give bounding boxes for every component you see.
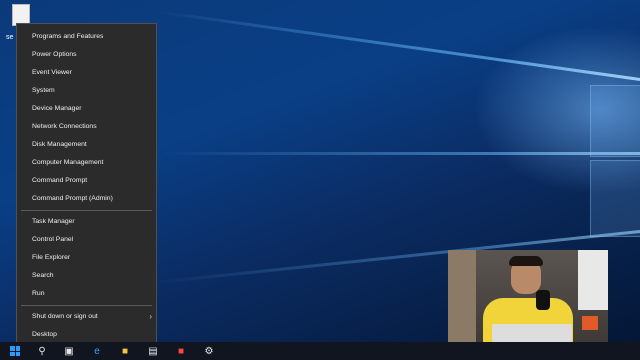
menu-item-search[interactable]: Search [17, 268, 156, 284]
search-icon[interactable]: ⚲ [29, 342, 55, 360]
speaker-icon [582, 316, 598, 330]
menu-separator [21, 305, 152, 306]
menu-item-system[interactable]: System [17, 83, 156, 99]
chevron-right-icon: › [149, 312, 152, 321]
menu-item-task-manager[interactable]: Task Manager [17, 214, 156, 230]
menu-separator [21, 210, 152, 211]
menu-item-network-connections[interactable]: Network Connections [17, 119, 156, 135]
winx-context-menu: Programs and Features Power Options Even… [16, 23, 157, 343]
webcam-person-hair [509, 256, 543, 266]
windows-logo-pane [590, 160, 640, 237]
menu-item-run[interactable]: Run [17, 286, 156, 302]
menu-item-file-explorer[interactable]: File Explorer [17, 250, 156, 266]
menu-item-event-viewer[interactable]: Event Viewer [17, 65, 156, 81]
menu-item-computer-management[interactable]: Computer Management [17, 155, 156, 171]
light-beam [154, 9, 640, 81]
file-explorer-icon[interactable]: ■ [112, 342, 138, 360]
menu-item-desktop[interactable]: Desktop [17, 327, 156, 343]
windows-logo-icon [10, 346, 20, 356]
taskbar: ⚲ ▣ e ■ ▤ ■ ⚙ [0, 342, 640, 360]
webcam-background-shelf [448, 250, 476, 342]
settings-icon[interactable]: ⚙ [196, 342, 222, 360]
laptop-icon [492, 324, 572, 342]
menu-item-power-options[interactable]: Power Options [17, 47, 156, 63]
menu-item-command-prompt[interactable]: Command Prompt [17, 173, 156, 189]
app-icon[interactable]: ■ [168, 342, 194, 360]
menu-item-label: Shut down or sign out [32, 313, 98, 320]
menu-item-shutdown-signout[interactable]: Shut down or sign out › [17, 309, 156, 325]
menu-item-disk-management[interactable]: Disk Management [17, 137, 156, 153]
menu-item-command-prompt-admin[interactable]: Command Prompt (Admin) [17, 191, 156, 207]
windows-logo-pane [590, 85, 640, 157]
menu-item-programs-features[interactable]: Programs and Features [17, 29, 156, 45]
menu-item-control-panel[interactable]: Control Panel [17, 232, 156, 248]
webcam-overlay [448, 250, 608, 342]
task-view-icon[interactable]: ▣ [56, 342, 82, 360]
webcam-background-panel [578, 250, 608, 310]
microphone-icon [536, 290, 550, 310]
store-icon[interactable]: ▤ [140, 342, 166, 360]
desktop-icon-label: se [6, 34, 14, 41]
edge-icon[interactable]: e [84, 342, 110, 360]
light-beam [160, 152, 640, 155]
menu-item-device-manager[interactable]: Device Manager [17, 101, 156, 117]
start-icon[interactable] [2, 342, 28, 360]
